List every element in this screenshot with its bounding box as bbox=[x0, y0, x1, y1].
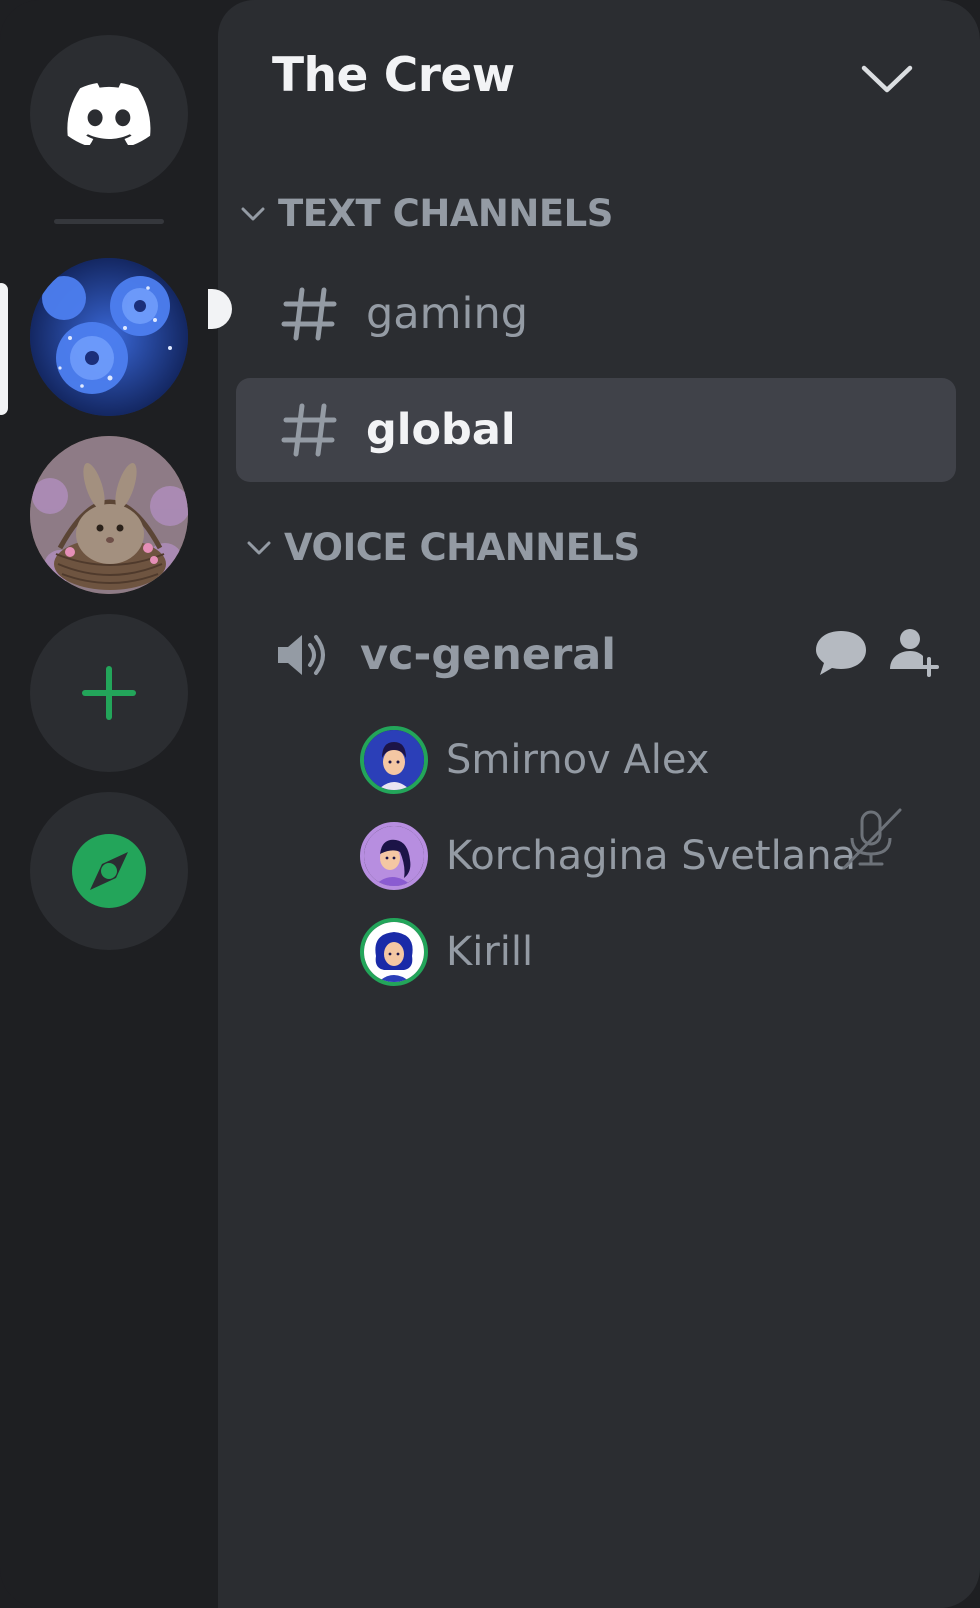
plus-icon bbox=[82, 666, 136, 720]
mic-muted-icon bbox=[842, 808, 902, 870]
selected-server-indicator bbox=[0, 283, 8, 415]
member-name: Korchagina Svetlana bbox=[446, 833, 857, 879]
voice-member[interactable]: Korchagina Svetlana bbox=[360, 818, 856, 894]
discord-app: The Crew TEXT CHANNELS gaming global VOI… bbox=[0, 0, 980, 1608]
voice-channels-category[interactable]: VOICE CHANNELS bbox=[244, 526, 640, 569]
add-user-icon[interactable] bbox=[886, 623, 944, 681]
category-label: VOICE CHANNELS bbox=[284, 526, 640, 569]
avatar bbox=[360, 822, 428, 890]
channel-name: global bbox=[366, 405, 516, 455]
avatar bbox=[360, 918, 428, 986]
channel-name: gaming bbox=[366, 289, 529, 339]
server-rail bbox=[0, 0, 218, 1608]
chevron-down-icon bbox=[247, 541, 271, 554]
voice-channel-name: vc-general bbox=[360, 630, 617, 680]
channel-global[interactable]: global bbox=[236, 378, 956, 482]
explore-servers-button[interactable] bbox=[30, 792, 188, 950]
blue-flowers-image bbox=[30, 258, 188, 416]
avatar bbox=[360, 726, 428, 794]
member-name: Smirnov Alex bbox=[446, 737, 710, 783]
channel-panel: The Crew TEXT CHANNELS gaming global VOI… bbox=[208, 0, 980, 1608]
chevron-down-icon bbox=[241, 207, 265, 220]
chat-bubble-icon[interactable] bbox=[812, 623, 870, 681]
member-name: Kirill bbox=[446, 929, 534, 975]
channel-gaming[interactable]: gaming bbox=[236, 262, 956, 366]
unread-indicator bbox=[208, 289, 232, 329]
discord-logo-icon bbox=[67, 83, 151, 145]
add-server-button[interactable] bbox=[30, 614, 188, 772]
voice-member[interactable]: Smirnov Alex bbox=[360, 722, 709, 798]
server-name[interactable]: The Crew bbox=[272, 48, 515, 103]
rail-separator bbox=[54, 219, 164, 224]
bunny-server-button[interactable] bbox=[30, 436, 188, 594]
voice-channel-vc-general[interactable]: vc-general bbox=[274, 605, 944, 705]
voice-channel-actions bbox=[812, 623, 944, 681]
discord-home-button[interactable] bbox=[30, 35, 188, 193]
bunny-basket-image bbox=[30, 436, 188, 594]
speaker-icon bbox=[278, 635, 325, 675]
text-channels-category[interactable]: TEXT CHANNELS bbox=[238, 192, 613, 235]
blue-flowers-server-button[interactable] bbox=[30, 258, 188, 416]
chevron-down-icon[interactable] bbox=[858, 60, 916, 100]
category-label: TEXT CHANNELS bbox=[278, 192, 613, 235]
compass-icon bbox=[72, 834, 146, 908]
hash-icon bbox=[281, 403, 337, 457]
voice-member[interactable]: Kirill bbox=[360, 914, 533, 990]
hash-icon bbox=[281, 287, 337, 341]
